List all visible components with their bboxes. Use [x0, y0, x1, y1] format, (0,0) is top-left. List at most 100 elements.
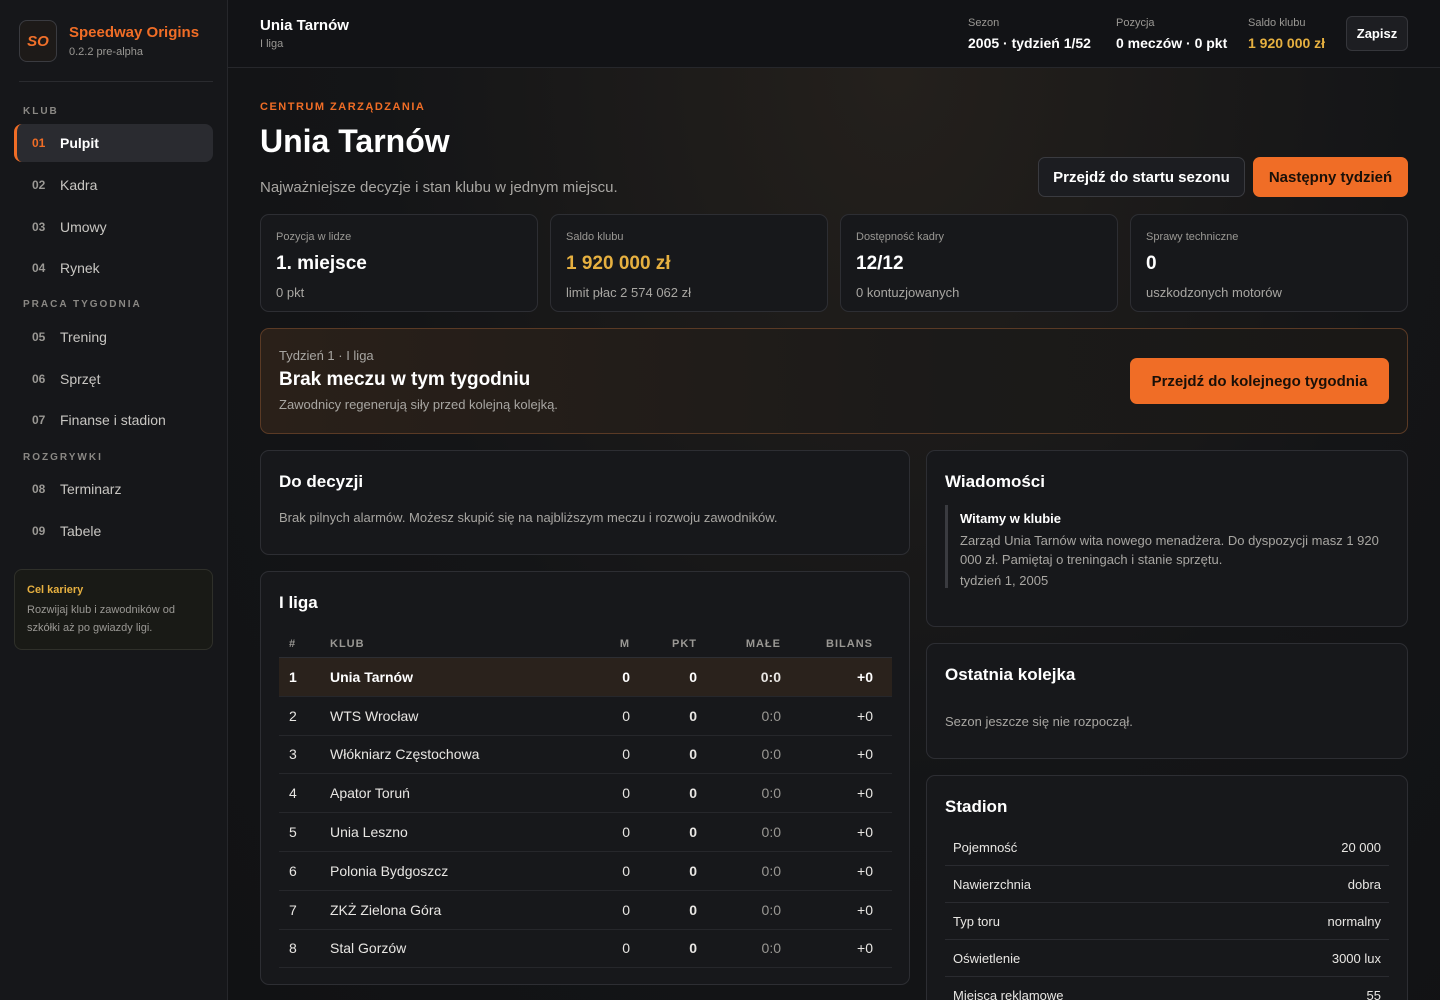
- row-balance: +0: [857, 862, 873, 879]
- row-balance: +0: [857, 668, 873, 685]
- table-row[interactable]: 6 Polonia Bydgoszcz 0 0 0:0 +0: [279, 852, 892, 891]
- next-round-button[interactable]: Przejdź do kolejnego tygodnia: [1130, 358, 1389, 404]
- header-season-label: Sezon: [968, 17, 1000, 29]
- row-position: 7: [289, 901, 297, 918]
- nav-item-label: Terminarz: [60, 481, 122, 497]
- decisions-panel: Do decyzji Brak pilnych alarmów. Możesz …: [260, 450, 910, 555]
- league-table-header: # KLUB M PKT MAŁE BILANS: [279, 630, 892, 658]
- nav-item-number: 07: [32, 413, 46, 427]
- nav-item-tabele[interactable]: 09 Tabele: [14, 512, 213, 550]
- last-round-title: Ostatnia kolejka: [945, 665, 1076, 684]
- stadium-info-key: Oświetlenie: [953, 950, 1021, 966]
- row-position: 5: [289, 824, 297, 841]
- page-eyebrow: CENTRUM ZARZĄDZANIA: [260, 101, 426, 113]
- col-header-matches: M: [619, 637, 630, 650]
- col-header-balance: BILANS: [826, 637, 873, 650]
- brand: SO Speedway Origins 0.2.2 pre-alpha: [19, 20, 213, 82]
- row-club: WTS Wrocław: [330, 707, 419, 724]
- stat-card-club-balance: Saldo klubu 1 920 000 zł limit płac 2 57…: [550, 214, 828, 312]
- brand-version: 0.2.2 pre-alpha: [69, 46, 143, 58]
- table-row[interactable]: 4 Apator Toruń 0 0 0:0 +0: [279, 774, 892, 814]
- table-row[interactable]: 3 Włókniarz Częstochowa 0 0 0:0 +0: [279, 736, 892, 775]
- header-season: Sezon 2005 · tydzień 1/52: [968, 17, 1091, 51]
- row-club: Apator Toruń: [330, 785, 410, 802]
- row-points: 0: [689, 824, 697, 841]
- stat-card-squad-availability: Dostępność kadry 12/12 0 kontuzjowanych: [840, 214, 1118, 312]
- table-row[interactable]: 7 ZKŻ Zielona Góra 0 0 0:0 +0: [279, 891, 892, 930]
- top-bar: Unia Tarnów I liga Sezon 2005 · tydzień …: [228, 0, 1440, 68]
- row-matches: 0: [622, 901, 630, 918]
- nav-item-label: Rynek: [60, 260, 100, 276]
- row-balance: +0: [857, 785, 873, 802]
- news-item[interactable]: Witamy w klubie Zarząd Unia Tarnów wita …: [945, 505, 1389, 588]
- nav-item-sprzet[interactable]: 06 Sprzęt: [14, 360, 213, 398]
- row-small-points: 0:0: [761, 785, 781, 802]
- stadium-info-row: Pojemność 20 000: [945, 829, 1389, 866]
- nav-item-label: Pulpit: [60, 135, 99, 151]
- table-row[interactable]: 2 WTS Wrocław 0 0 0:0 +0: [279, 697, 892, 736]
- decisions-title: Do decyzji: [279, 472, 364, 491]
- nav-item-number: 08: [32, 482, 46, 496]
- row-position: 1: [289, 668, 297, 685]
- career-goal-text: Rozwijaj klub i zawodników od szkółki aż…: [27, 604, 175, 634]
- nav-item-terminarz[interactable]: 08 Terminarz: [14, 470, 213, 508]
- row-matches: 0: [622, 668, 630, 685]
- stadium-info-value: 3000 lux: [1331, 950, 1381, 966]
- stadium-info-value: 55: [1366, 987, 1381, 1000]
- col-header-position: #: [289, 637, 297, 650]
- season-start-button[interactable]: Przejdź do startu sezonu: [1038, 157, 1245, 197]
- week-banner: Tydzień 1 · I liga Brak meczu w tym tygo…: [260, 328, 1408, 434]
- table-row[interactable]: 5 Unia Leszno 0 0 0:0 +0: [279, 813, 892, 852]
- stat-value: 1. miejsce: [276, 253, 367, 274]
- stadium-info-list: Pojemność 20 000 Nawierzchnia dobra Typ …: [945, 829, 1389, 1000]
- decisions-text: Brak pilnych alarmów. Możesz skupić się …: [279, 510, 778, 525]
- header-position: Pozycja 0 meczów · 0 pkt: [1116, 17, 1227, 51]
- row-small-points: 0:0: [761, 824, 781, 841]
- stat-label: Dostępność kadry: [856, 231, 945, 243]
- nav-item-number: 02: [32, 178, 46, 192]
- news-title: Wiadomości: [945, 472, 1045, 491]
- stadium-info-row: Typ toru normalny: [945, 903, 1389, 940]
- row-position: 2: [289, 707, 297, 724]
- row-points: 0: [689, 862, 697, 879]
- nav-item-number: 05: [32, 330, 46, 344]
- col-header-small-points: MAŁE: [745, 637, 781, 650]
- last-round-panel: Ostatnia kolejka Sezon jeszcze się nie r…: [926, 643, 1408, 759]
- row-small-points: 0:0: [761, 707, 781, 724]
- row-club: Unia Leszno: [330, 824, 408, 841]
- row-balance: +0: [857, 746, 873, 763]
- main-content: CENTRUM ZARZĄDZANIA Unia Tarnów Najważni…: [228, 68, 1440, 1000]
- stadium-info-row: Nawierzchnia dobra: [945, 866, 1389, 903]
- next-week-button[interactable]: Następny tydzień: [1253, 157, 1408, 197]
- row-matches: 0: [622, 707, 630, 724]
- row-matches: 0: [622, 940, 630, 957]
- stat-value: 12/12: [856, 253, 904, 274]
- col-header-club: KLUB: [330, 637, 365, 650]
- nav-item-trening[interactable]: 05 Trening: [14, 318, 213, 356]
- nav-item-kadra[interactable]: 02 Kadra: [14, 166, 213, 204]
- stadium-title: Stadion: [945, 797, 1008, 816]
- table-row[interactable]: 8 Stal Gorzów 0 0 0:0 +0: [279, 930, 892, 969]
- sidebar: SO Speedway Origins 0.2.2 pre-alpha KLUB…: [0, 0, 228, 1000]
- stat-label: Saldo klubu: [566, 231, 624, 243]
- stat-value: 1 920 000 zł: [566, 253, 671, 274]
- save-button[interactable]: Zapisz: [1346, 16, 1408, 51]
- stat-value: 0: [1146, 253, 1157, 274]
- nav-item-pulpit[interactable]: 01 Pulpit: [14, 124, 213, 162]
- nav-item-number: 04: [32, 261, 46, 275]
- nav-item-rynek[interactable]: 04 Rynek: [14, 249, 213, 287]
- nav-item-umowy[interactable]: 03 Umowy: [14, 208, 213, 246]
- header-position-label: Pozycja: [1116, 17, 1155, 29]
- nav-item-number: 01: [32, 136, 46, 150]
- stat-sub: uszkodzonych motorów: [1146, 285, 1282, 300]
- header-balance-label: Saldo klubu: [1248, 17, 1306, 29]
- nav-item-finanse-i-stadion[interactable]: 07 Finanse i stadion: [14, 401, 213, 439]
- stadium-info-key: Pojemność: [953, 839, 1018, 855]
- stadium-panel: Stadion Pojemność 20 000 Nawierzchnia do…: [926, 775, 1408, 1000]
- stat-card-technical-issues: Sprawy techniczne 0 uszkodzonych motorów: [1130, 214, 1408, 312]
- row-position: 8: [289, 940, 297, 957]
- stadium-info-key: Miejsca reklamowe: [953, 987, 1064, 1000]
- table-row[interactable]: 1 Unia Tarnów 0 0 0:0 +0: [279, 658, 892, 697]
- row-small-points: 0:0: [761, 940, 781, 957]
- nav-item-label: Kadra: [60, 177, 98, 193]
